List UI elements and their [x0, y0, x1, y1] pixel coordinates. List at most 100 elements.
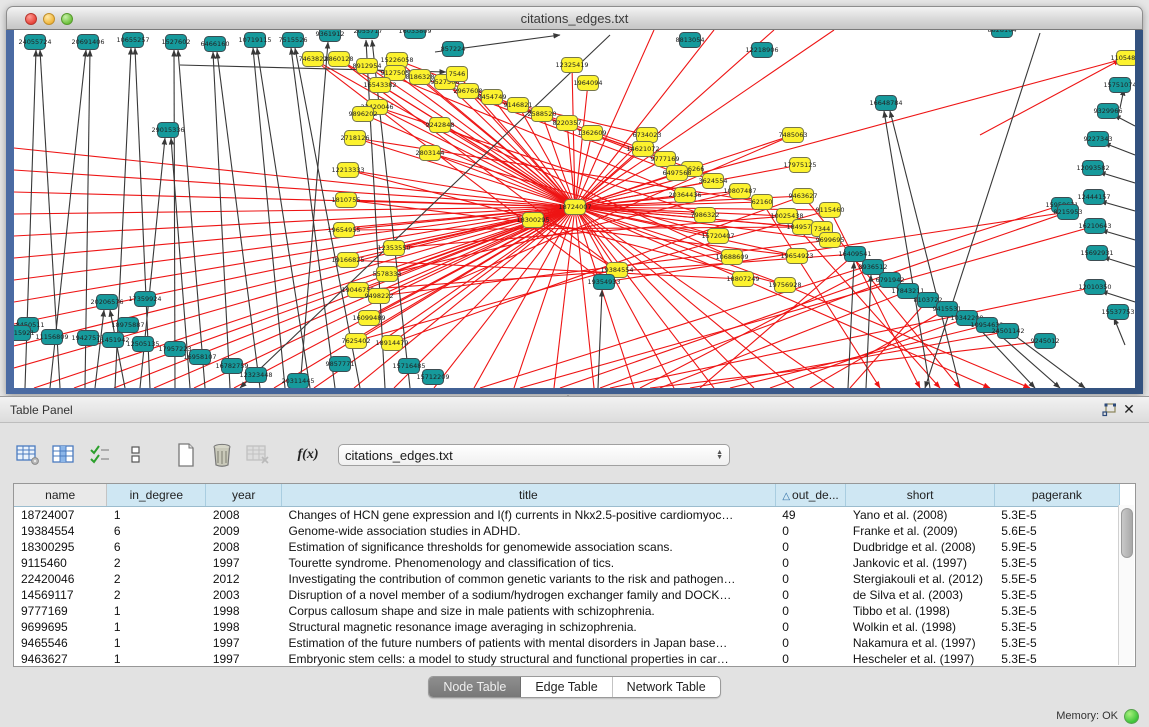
column-header-short[interactable]: short — [846, 484, 994, 507]
graph-node-selected[interactable]: 8454749 — [478, 90, 507, 105]
graph-node-selected[interactable]: 1362609 — [578, 126, 607, 141]
close-window-icon[interactable] — [25, 13, 37, 25]
graph-node-selected[interactable]: 7986322 — [691, 208, 720, 223]
graph-node[interactable]: 10719115 — [238, 33, 271, 48]
table-header-row: name in_degree year title △out_de... sho… — [14, 484, 1120, 507]
graph-node[interactable]: 18975887 — [111, 318, 144, 333]
graph-node-selected[interactable]: 9699695 — [816, 233, 845, 248]
graph-node-selected[interactable]: 7546 — [447, 67, 468, 82]
graph-node-selected[interactable]: 6497568 — [663, 166, 692, 181]
graph-node[interactable]: 8215953 — [1054, 205, 1083, 220]
graph-node[interactable]: 15751074 — [1103, 78, 1135, 93]
graph-node[interactable]: 15537753 — [1101, 305, 1134, 320]
zoom-window-icon[interactable] — [61, 13, 73, 25]
table-cell: 1 — [107, 603, 206, 619]
table-row[interactable]: 1456911722003Disruption of a novel membe… — [14, 587, 1120, 603]
graph-node[interactable]: 8813054 — [676, 33, 705, 48]
graph-node-selected[interactable]: 62160 — [752, 195, 773, 210]
graph-node-selected[interactable]: 7485063 — [779, 128, 808, 143]
column-header-name[interactable]: name — [14, 484, 107, 507]
tab-node-table[interactable]: Node Table — [429, 677, 521, 697]
table-row[interactable]: 977716911998Corpus callosum shape and si… — [14, 603, 1120, 619]
scrollbar-thumb[interactable] — [1121, 508, 1133, 558]
graph-node[interactable]: 857224 — [441, 42, 466, 57]
network-graph[interactable]: 7463822886012889129541522605891275051654… — [14, 30, 1135, 388]
graph-node-selected[interactable]: 8860128 — [325, 52, 354, 67]
table-row[interactable]: 911546021997Tourette syndrome. Phenomeno… — [14, 555, 1120, 571]
graph-node[interactable]: 9245012 — [1031, 334, 1060, 349]
graph-node[interactable]: 16033809 — [398, 30, 431, 39]
graph-node[interactable]: 12505135 — [126, 337, 159, 352]
graph-node[interactable]: 9361912 — [316, 30, 345, 42]
graph-node-selected[interactable]: 9115460 — [816, 203, 845, 218]
table-row[interactable]: 2242004622012Investigating the contribut… — [14, 571, 1120, 587]
table-cell: 2012 — [206, 571, 282, 587]
network-canvas[interactable]: 7463822886012889129541522605891275051654… — [14, 30, 1135, 388]
table-selector-dropdown[interactable]: citations_edges.txt ▲▼ — [338, 444, 730, 466]
column-header-out-degree[interactable]: △out_de... — [775, 484, 846, 507]
column-header-title[interactable]: title — [282, 484, 776, 507]
graph-node-selected[interactable]: 9498222 — [365, 289, 394, 304]
column-header-in-degree[interactable]: in_degree — [107, 484, 206, 507]
tab-network-table[interactable]: Network Table — [613, 677, 720, 697]
graph-node[interactable]: 20691406 — [71, 35, 104, 50]
column-header-year[interactable]: year — [206, 484, 282, 507]
graph-node[interactable]: 24055724 — [18, 35, 51, 50]
graph-node[interactable]: 8828104 — [988, 30, 1017, 38]
graph-node-selected[interactable]: 7625402 — [342, 334, 371, 349]
graph-node[interactable]: 9329966 — [1094, 104, 1123, 119]
select-columns-button[interactable] — [84, 440, 116, 470]
panel-title: Table Panel — [10, 403, 73, 417]
vertical-scrollbar[interactable] — [1118, 505, 1134, 665]
graph-node-selected[interactable]: 2803144 — [416, 146, 445, 161]
graph-node-selected[interactable]: 17975125 — [783, 158, 816, 173]
delete-column-button[interactable] — [206, 440, 238, 470]
window-titlebar[interactable]: citations_edges.txt — [6, 6, 1143, 30]
graph-node-selected[interactable]: 9777169 — [651, 152, 680, 167]
table-cell: Estimation of significance thresholds fo… — [282, 539, 776, 555]
graph-node-selected[interactable]: 7463822 — [299, 52, 328, 67]
graph-node[interactable]: 9227343 — [1084, 132, 1113, 147]
graph-node[interactable]: 1527602 — [162, 35, 191, 50]
column-header-pagerank[interactable]: pagerank — [994, 484, 1119, 507]
table-settings-button[interactable] — [12, 440, 44, 470]
graph-node-selected[interactable]: 12213333 — [331, 163, 364, 178]
graph-node-selected[interactable]: 1964094 — [574, 76, 603, 91]
graph-node-selected[interactable]: 8912954 — [353, 59, 382, 74]
graph-node-selected[interactable]: 2718126 — [341, 131, 370, 146]
table-cell: Franke et al. (2009) — [846, 523, 994, 539]
float-panel-icon[interactable] — [1099, 401, 1119, 419]
minimize-window-icon[interactable] — [43, 13, 55, 25]
graph-node[interactable]: 12218906 — [745, 43, 778, 58]
row-height-button[interactable] — [120, 440, 152, 470]
graph-node-selected[interactable]: 9463627 — [789, 189, 818, 204]
table-row[interactable]: 1830029562008Estimation of significance … — [14, 539, 1120, 555]
graph-node-selected[interactable]: 6734023 — [633, 128, 662, 143]
table-row[interactable]: 946554611997Estimation of the future num… — [14, 635, 1120, 651]
tab-edge-table[interactable]: Edge Table — [521, 677, 612, 697]
graph-node[interactable]: 2055717 — [354, 30, 383, 39]
table-row[interactable]: 946362711997Embryonic stem cells: a mode… — [14, 651, 1120, 667]
memory-ok-icon[interactable] — [1124, 709, 1139, 724]
graph-node[interactable]: 7515526 — [279, 33, 308, 48]
function-builder-button[interactable]: f(x) — [292, 440, 324, 470]
table-cell: Embryonic stem cells: a model to study s… — [282, 651, 776, 667]
graph-node[interactable]: 29015336 — [151, 123, 184, 138]
graph-node-selected[interactable]: 9242848 — [426, 118, 455, 133]
graph-node[interactable]: 9857771 — [326, 357, 355, 372]
close-panel-icon[interactable]: ✕ — [1119, 401, 1139, 419]
graph-node-selected[interactable]: 1810755 — [332, 193, 361, 208]
graph-node[interactable]: 16648784 — [869, 96, 902, 111]
table-row[interactable]: 969969511998Structural magnetic resonanc… — [14, 619, 1120, 635]
graph-node[interactable]: 6466160 — [201, 37, 230, 52]
graph-node-selected[interactable]: 5578334 — [373, 267, 402, 282]
graph-node-selected[interactable]: 9896202 — [349, 107, 378, 122]
graph-node[interactable]: 15712209 — [416, 370, 449, 385]
show-columns-button[interactable] — [48, 440, 80, 470]
graph-node-selected[interactable]: 18914479 — [375, 336, 408, 351]
graph-node[interactable]: 10655257 — [116, 33, 149, 48]
table-row[interactable]: 1938455462009Genome-wide association stu… — [14, 523, 1120, 539]
table-row[interactable]: 1872400712008Changes of HCN gene express… — [14, 507, 1120, 524]
create-column-button[interactable] — [170, 440, 202, 470]
graph-node[interactable]: 11156809 — [35, 330, 68, 345]
